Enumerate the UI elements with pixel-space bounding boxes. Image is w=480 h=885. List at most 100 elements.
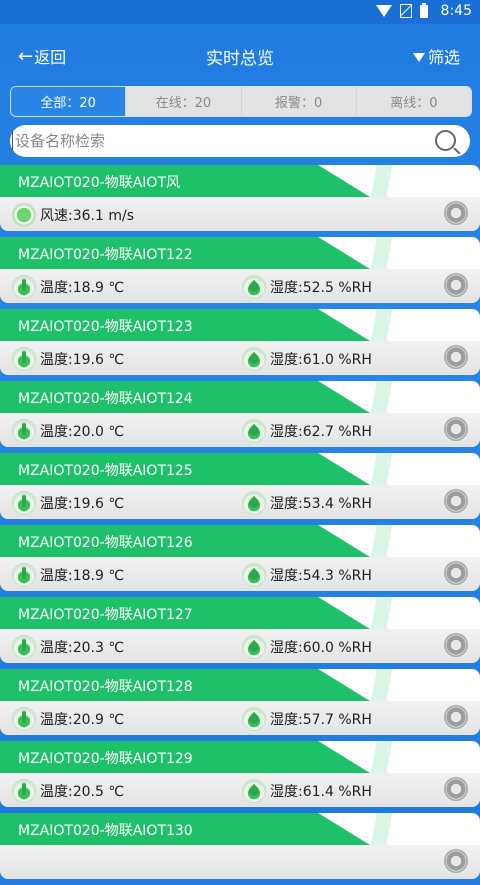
reading-text: 温度:20.0 ℃ <box>40 424 125 440</box>
device-card[interactable]: MZAIOT020-物联AIOT126 温度:18.9 ℃ 湿度:54.3 %RH <box>0 525 480 597</box>
device-card-header: MZAIOT020-物联AIOT122 <box>0 237 480 269</box>
reading-text: 温度:18.9 ℃ <box>40 280 125 296</box>
search-bar <box>10 125 470 157</box>
wind-icon <box>12 203 36 227</box>
device-readings: 温度:18.9 ℃ 湿度:52.5 %RH <box>0 269 480 303</box>
device-card-header: MZAIOT020-物联AIOT123 <box>0 309 480 341</box>
device-readings: 风速:36.1 m/s <box>0 197 480 231</box>
status-bar: 8:45 <box>0 0 480 24</box>
device-name: MZAIOT020-物联AIOT127 <box>18 607 193 623</box>
device-card-header: MZAIOT020-物联AIOT124 <box>0 381 480 413</box>
thermometer-icon <box>12 563 36 587</box>
search-icon[interactable] <box>435 130 456 151</box>
device-card[interactable]: MZAIOT020-物联AIOT128 温度:20.9 ℃ 湿度:57.7 %RH <box>0 669 480 741</box>
settings-gear-icon[interactable] <box>444 777 468 801</box>
status-tabs: 全部：20 在线：20 报警：0 离线：0 <box>10 86 472 117</box>
device-card[interactable]: MZAIOT020-物联AIOT123 温度:19.6 ℃ 湿度:61.0 %RH <box>0 309 480 381</box>
device-name: MZAIOT020-物联AIOT125 <box>18 463 193 479</box>
device-card-header: MZAIOT020-物联AIOT风 <box>0 165 480 197</box>
reading-text: 风速:36.1 m/s <box>40 208 134 224</box>
device-readings <box>0 845 480 879</box>
device-card[interactable]: MZAIOT020-物联AIOT125 温度:19.6 ℃ 湿度:53.4 %RH <box>0 453 480 525</box>
settings-gear-icon[interactable] <box>444 705 468 729</box>
reading-text: 湿度:60.0 %RH <box>270 640 372 656</box>
header-stripe <box>330 525 480 557</box>
device-name: MZAIOT020-物联AIOT128 <box>18 679 193 695</box>
device-name: MZAIOT020-物联AIOT130 <box>18 823 193 839</box>
status-time: 8:45 <box>440 3 472 19</box>
device-readings: 温度:18.9 ℃ 湿度:54.3 %RH <box>0 557 480 591</box>
reading-item: 湿度:60.0 %RH <box>242 635 372 659</box>
reading-text: 湿度:52.5 %RH <box>270 280 372 296</box>
settings-gear-icon[interactable] <box>444 345 468 369</box>
header-stripe <box>330 597 480 629</box>
device-card[interactable]: MZAIOT020-物联AIOT130 <box>0 813 480 885</box>
no-sim-icon <box>400 4 412 18</box>
humidity-drop-icon <box>242 419 266 443</box>
tab-all[interactable]: 全部：20 <box>11 87 126 116</box>
reading-item: 温度:20.9 ℃ <box>12 707 124 731</box>
reading-item: 温度:20.3 ℃ <box>12 635 124 659</box>
header-stripe <box>330 453 480 485</box>
header-stripe <box>330 309 480 341</box>
device-name: MZAIOT020-物联AIOT124 <box>18 391 193 407</box>
device-card[interactable]: MZAIOT020-物联AIOT122 温度:18.9 ℃ 湿度:52.5 %RH <box>0 237 480 309</box>
settings-gear-icon[interactable] <box>444 201 468 225</box>
device-card[interactable]: MZAIOT020-物联AIOT124 温度:20.0 ℃ 湿度:62.7 %RH <box>0 381 480 453</box>
header-stripe <box>330 741 480 773</box>
reading-item: 湿度:57.7 %RH <box>242 707 372 731</box>
reading-text: 湿度:62.7 %RH <box>270 424 372 440</box>
settings-gear-icon[interactable] <box>444 561 468 585</box>
settings-gear-icon[interactable] <box>444 849 468 873</box>
battery-icon <box>420 2 428 18</box>
humidity-drop-icon <box>242 635 266 659</box>
header-stripe <box>330 813 480 845</box>
settings-gear-icon[interactable] <box>444 273 468 297</box>
reading-item: 湿度:62.7 %RH <box>242 419 372 443</box>
device-card[interactable]: MZAIOT020-物联AIOT127 温度:20.3 ℃ 湿度:60.0 %RH <box>0 597 480 669</box>
settings-gear-icon[interactable] <box>444 417 468 441</box>
settings-gear-icon[interactable] <box>444 633 468 657</box>
reading-text: 湿度:53.4 %RH <box>270 496 372 512</box>
header-stripe <box>330 381 480 413</box>
humidity-drop-icon <box>242 563 266 587</box>
device-name: MZAIOT020-物联AIOT123 <box>18 319 193 335</box>
status-icons <box>376 2 428 18</box>
filter-button[interactable]: 筛选 <box>412 44 460 68</box>
device-name: MZAIOT020-物联AIOT122 <box>18 247 193 263</box>
device-readings: 温度:20.9 ℃ 湿度:57.7 %RH <box>0 701 480 735</box>
settings-gear-icon[interactable] <box>444 489 468 513</box>
header-stripe <box>330 165 480 197</box>
tab-online[interactable]: 在线：20 <box>125 87 241 116</box>
search-input[interactable] <box>12 131 417 151</box>
device-card[interactable]: MZAIOT020-物联AIOT129 温度:20.5 ℃ 湿度:61.4 %RH <box>0 741 480 813</box>
header-stripe <box>330 669 480 701</box>
thermometer-icon <box>12 491 36 515</box>
device-card-header: MZAIOT020-物联AIOT129 <box>0 741 480 773</box>
tab-offline[interactable]: 离线：0 <box>355 87 471 116</box>
device-readings: 温度:20.3 ℃ 湿度:60.0 %RH <box>0 629 480 663</box>
reading-text: 湿度:61.0 %RH <box>270 352 372 368</box>
thermometer-icon <box>12 419 36 443</box>
reading-text: 温度:20.9 ℃ <box>40 712 125 728</box>
humidity-drop-icon <box>242 275 266 299</box>
thermometer-icon <box>12 275 36 299</box>
device-card-header: MZAIOT020-物联AIOT130 <box>0 813 480 845</box>
device-card[interactable]: MZAIOT020-物联AIOT风风速:36.1 m/s <box>0 165 480 237</box>
thermometer-icon <box>12 779 36 803</box>
device-readings: 温度:19.6 ℃ 湿度:61.0 %RH <box>0 341 480 375</box>
device-readings: 温度:19.6 ℃ 湿度:53.4 %RH <box>0 485 480 519</box>
reading-item: 湿度:61.0 %RH <box>242 347 372 371</box>
device-name: MZAIOT020-物联AIOT126 <box>18 535 193 551</box>
reading-item: 温度:20.5 ℃ <box>12 779 124 803</box>
humidity-drop-icon <box>242 347 266 371</box>
humidity-drop-icon <box>242 779 266 803</box>
reading-item: 温度:20.0 ℃ <box>12 419 124 443</box>
reading-item: 温度:18.9 ℃ <box>12 563 124 587</box>
tab-alarm[interactable]: 报警：0 <box>240 87 356 116</box>
reading-item: 温度:19.6 ℃ <box>12 491 124 515</box>
reading-text: 温度:20.5 ℃ <box>40 784 125 800</box>
reading-text: 温度:19.6 ℃ <box>40 352 125 368</box>
device-card-header: MZAIOT020-物联AIOT125 <box>0 453 480 485</box>
device-card-header: MZAIOT020-物联AIOT127 <box>0 597 480 629</box>
